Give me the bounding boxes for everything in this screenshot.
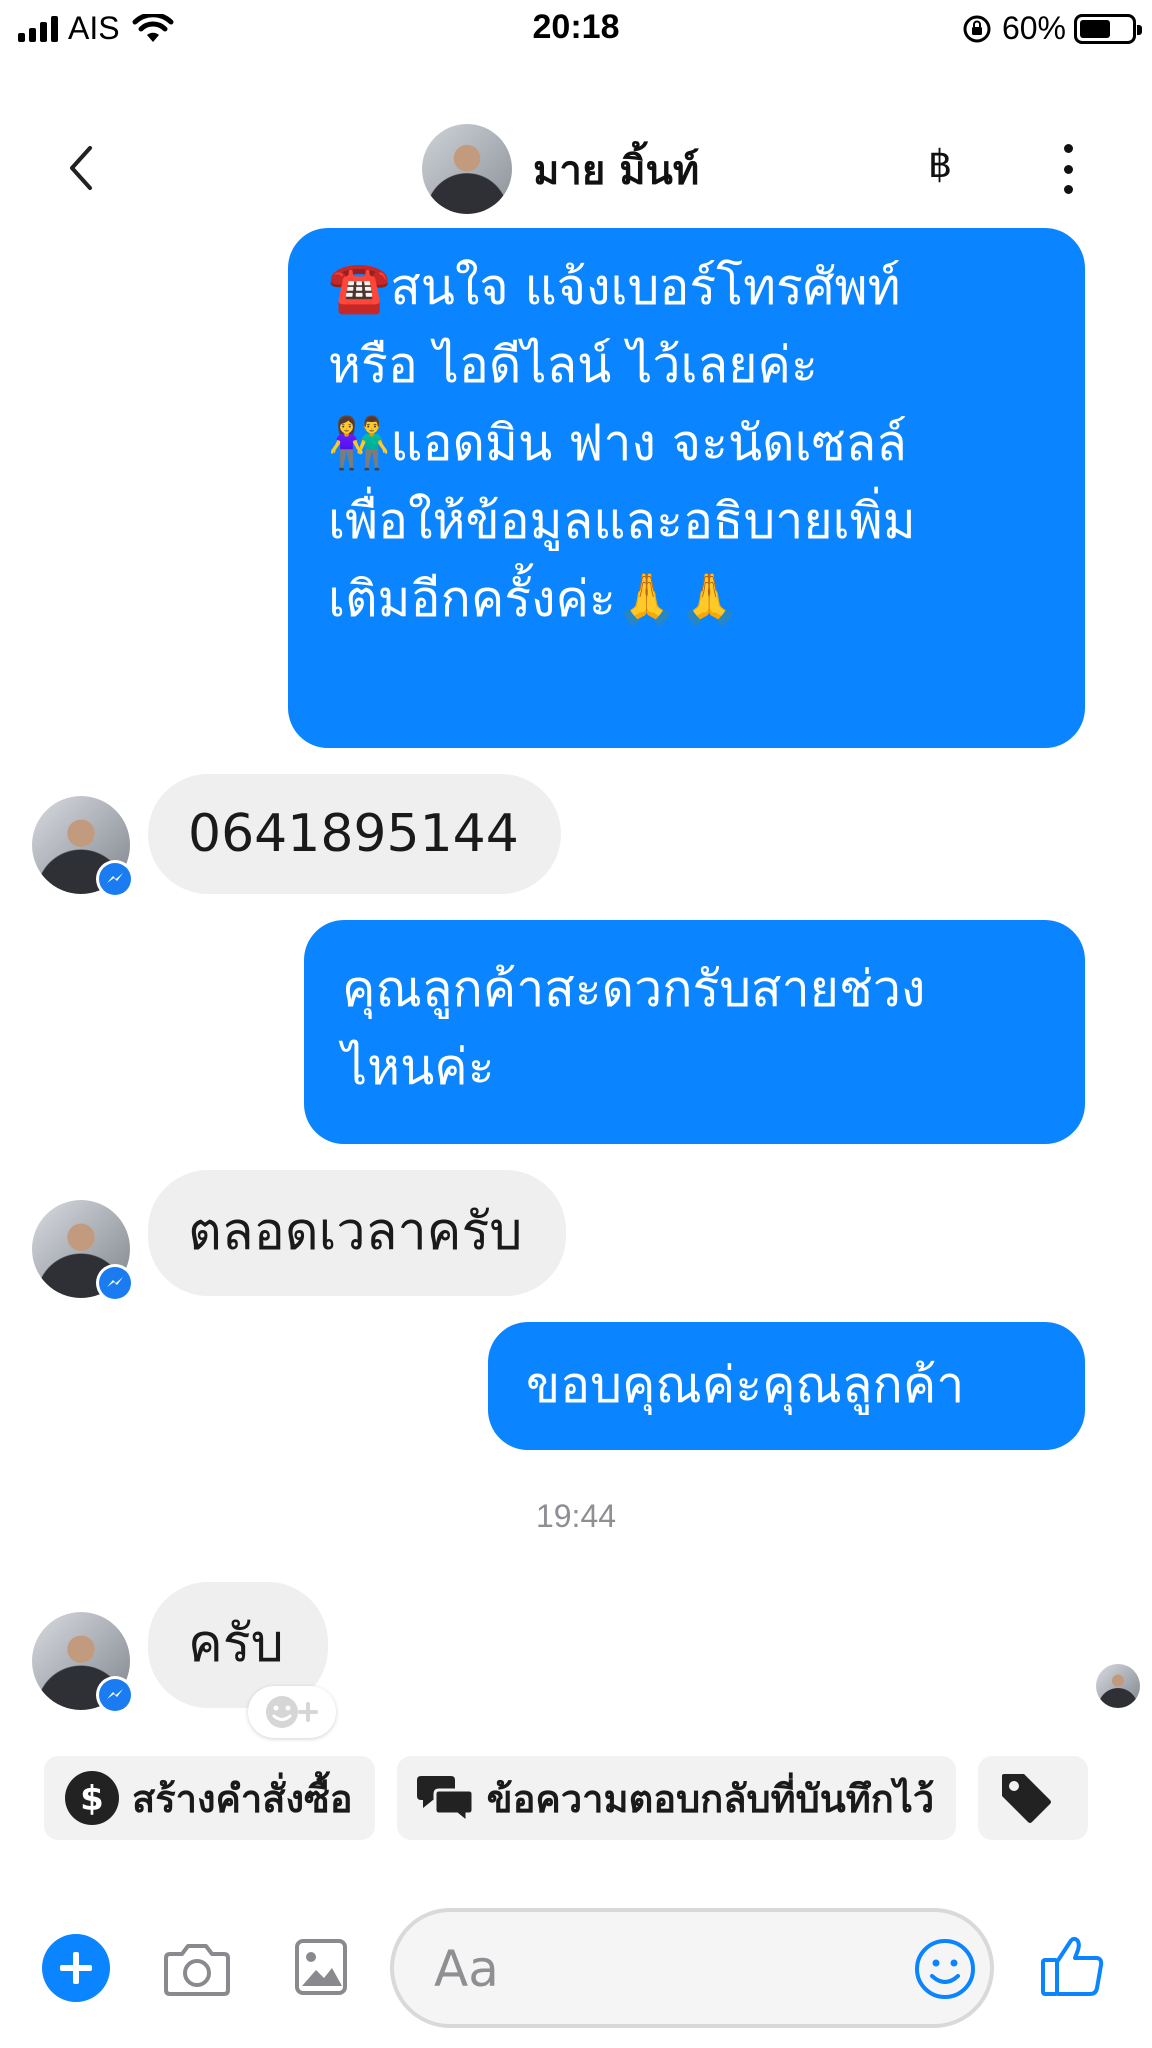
outgoing-message[interactable]: ☎️สนใจ แจ้งเบอร์โทรศัพท์ หรือ ไอดีไลน์ ไ… xyxy=(288,228,1085,748)
camera-icon[interactable] xyxy=(164,1940,230,1996)
outgoing-message[interactable]: คุณลูกค้าสะดวกรับสายช่วง ไหนค่ะ xyxy=(304,920,1085,1144)
status-bar: AIS 20:18 60% xyxy=(0,0,1152,60)
messenger-badge-icon xyxy=(96,1676,134,1714)
chat-bubbles-icon xyxy=(416,1776,475,1824)
dollar-circle-icon: $ xyxy=(65,1771,119,1825)
add-reaction-button[interactable] xyxy=(248,1686,336,1738)
message-line: เพื่อให้ข้อมูลและอธิบายเพิ่ม xyxy=(328,492,916,550)
battery-icon xyxy=(1074,13,1142,44)
messenger-badge-icon xyxy=(96,860,134,898)
payment-baht-button[interactable]: ฿ xyxy=(928,142,952,186)
message-line: 👫แอดมิน ฟาง จะนัดเซลล์ xyxy=(328,414,907,472)
rotation-lock-icon xyxy=(963,15,991,42)
contact-avatar[interactable] xyxy=(422,124,512,214)
message-input-wrapper[interactable] xyxy=(390,1908,994,2028)
outgoing-message[interactable]: ขอบคุณค่ะคุณลูกค้า xyxy=(488,1322,1085,1450)
chip-label: สร้างคำสั่งซื้อ xyxy=(132,1776,353,1821)
thumbs-up-icon[interactable] xyxy=(1040,1934,1106,1998)
message-input[interactable] xyxy=(434,1936,874,2002)
incoming-message[interactable]: 0641895144 xyxy=(148,774,561,894)
message-text: 0641895144 xyxy=(188,804,519,864)
message-composer xyxy=(0,1900,1152,2040)
svg-text:$: $ xyxy=(80,1779,104,1819)
gallery-icon[interactable] xyxy=(294,1938,348,1996)
more-vertical-icon[interactable] xyxy=(1054,144,1082,194)
message-line: คุณลูกค้าสะดวกรับสายช่วง xyxy=(342,960,926,1018)
saved-replies-chip[interactable]: ข้อความตอบกลับที่บันทึกไว้ xyxy=(396,1756,957,1840)
add-reaction-icon xyxy=(266,1696,318,1728)
quick-actions-row[interactable]: $ สร้างคำสั่งซื้อ ข้อความตอบกลับที่บันทึ… xyxy=(44,1756,1089,1840)
battery-level-fill xyxy=(1080,19,1110,38)
status-right: 60% xyxy=(962,10,1142,47)
message-line: เติมอีกครั้งค่ะ🙏🙏 xyxy=(328,570,741,628)
message-timestamp: 19:44 xyxy=(535,1498,617,1534)
incoming-message[interactable]: ตลอดเวลาครับ xyxy=(148,1170,567,1296)
battery-percent: 60% xyxy=(1001,10,1066,46)
message-line: ไหนค่ะ xyxy=(342,1038,495,1096)
contact-name[interactable]: มาย มิ้นท์ xyxy=(533,138,699,202)
message-line: หรือ ไอดีไลน์ ไว้เลยค่ะ xyxy=(328,336,818,394)
chip-label: ข้อความตอบกลับที่บันทึกไว้ xyxy=(486,1776,935,1821)
message-line: ขอบคุณค่ะคุณลูกค้า xyxy=(526,1356,965,1414)
back-chevron-icon[interactable] xyxy=(60,142,104,194)
chat-header: มาย มิ้นท์ ฿ xyxy=(0,108,1152,228)
seen-receipt-avatar xyxy=(1096,1664,1140,1708)
tag-icon xyxy=(1002,1774,1052,1823)
tag-chip[interactable] xyxy=(978,1756,1089,1840)
messenger-badge-icon xyxy=(96,1264,134,1302)
create-order-chip[interactable]: $ สร้างคำสั่งซื้อ xyxy=(44,1756,375,1840)
message-text: ครับ xyxy=(188,1614,284,1674)
message-text: ตลอดเวลาครับ xyxy=(188,1202,523,1262)
message-list[interactable]: ☎️สนใจ แจ้งเบอร์โทรศัพท์ หรือ ไอดีไลน์ ไ… xyxy=(0,228,1152,1738)
message-line: ☎️สนใจ แจ้งเบอร์โทรศัพท์ xyxy=(328,258,901,316)
plus-icon[interactable] xyxy=(42,1934,110,2002)
emoji-icon[interactable] xyxy=(914,1938,976,2000)
